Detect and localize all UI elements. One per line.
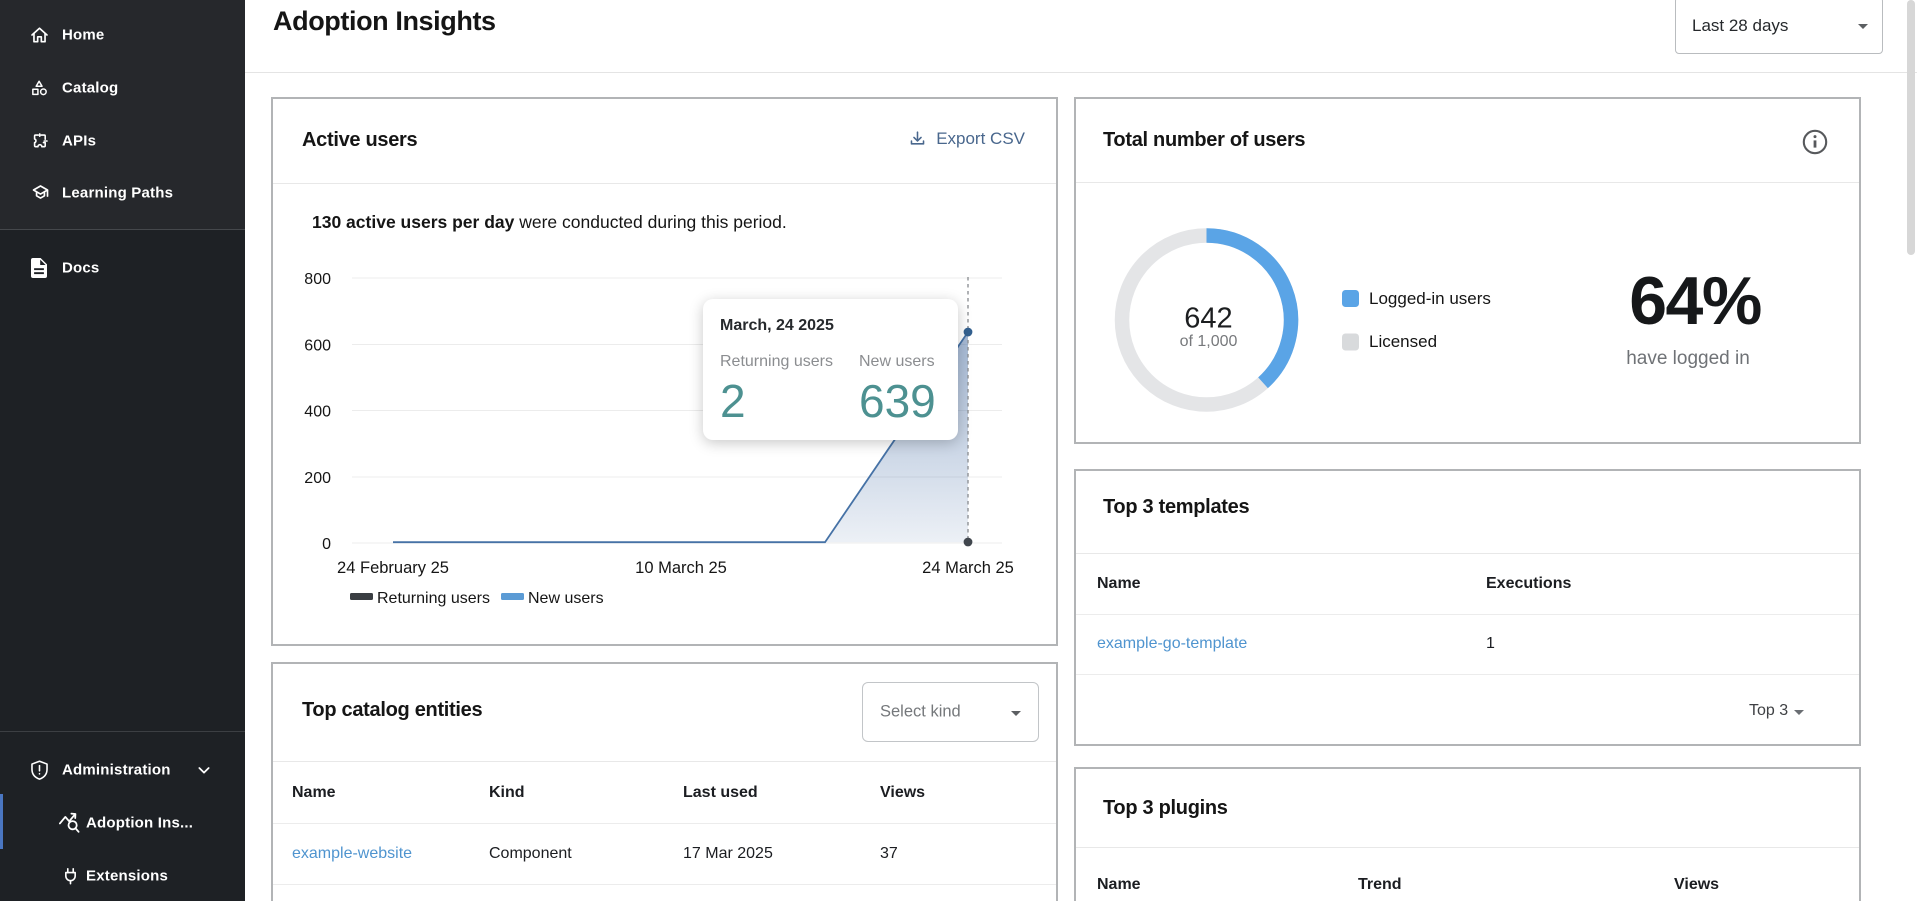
svg-text:New users: New users — [528, 590, 604, 607]
svg-text:10 March 25: 10 March 25 — [635, 559, 727, 577]
svg-text:800: 800 — [304, 271, 331, 288]
svg-text:Returning users: Returning users — [377, 590, 490, 607]
svg-text:200: 200 — [304, 470, 331, 487]
svg-text:400: 400 — [304, 404, 331, 421]
svg-text:600: 600 — [304, 338, 331, 355]
svg-text:0: 0 — [322, 536, 331, 553]
svg-text:24 February 25: 24 February 25 — [337, 559, 449, 577]
svg-text:24 March 25: 24 March 25 — [922, 559, 1014, 577]
